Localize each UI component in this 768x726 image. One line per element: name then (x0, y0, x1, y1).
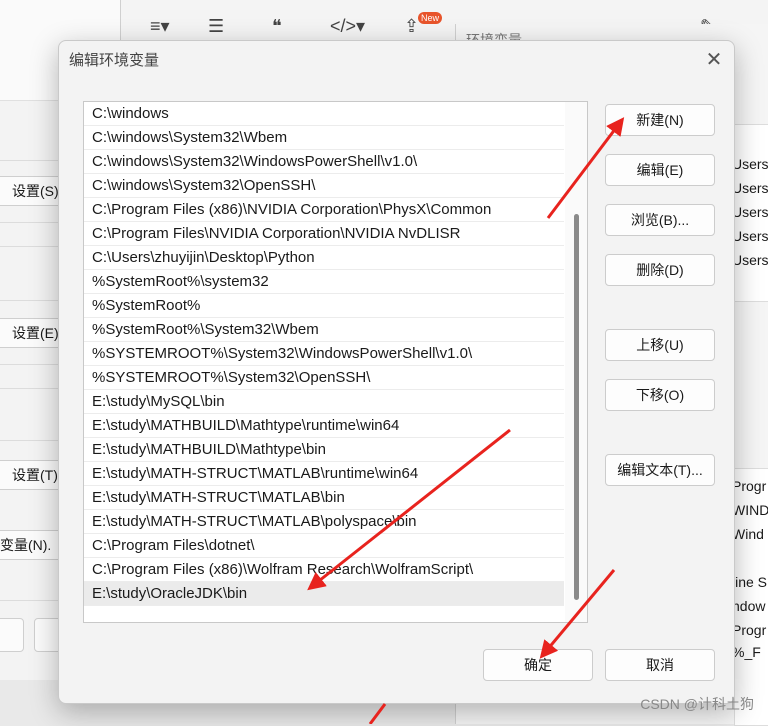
edit-env-var-dialog: 编辑环境变量 ✕ C:\windows C:\windows\System32\W… (58, 40, 735, 704)
path-row[interactable]: C:\windows (84, 102, 564, 126)
path-list[interactable]: C:\windows C:\windows\System32\Wbem C:\win… (83, 101, 588, 623)
path-row[interactable]: %SystemRoot% (84, 294, 564, 318)
watermark: CSDN @计科土狗 (640, 696, 754, 712)
path-row[interactable]: E:\study\MATH-STRUCT\MATLAB\bin (84, 486, 564, 510)
move-down-button[interactable]: 下移(O) (605, 379, 715, 411)
user-var-item[interactable]: Users (732, 252, 768, 268)
scrollbar[interactable] (565, 102, 587, 622)
path-row[interactable]: E:\study\OracleJDK\bin (84, 582, 564, 606)
upload-icon[interactable]: ⇪ New (404, 12, 443, 38)
system-var-item[interactable]: Wind (732, 526, 764, 542)
path-row[interactable]: C:\Program Files\dotnet\ (84, 534, 564, 558)
path-row[interactable]: E:\study\MATHBUILD\Mathtype\runtime\win6… (84, 414, 564, 438)
new-button[interactable]: 新建(N) (605, 104, 715, 136)
system-var-item[interactable]: ndow (732, 598, 765, 614)
path-row[interactable]: %SYSTEMROOT%\System32\OpenSSH\ (84, 366, 564, 390)
path-row[interactable]: E:\study\MySQL\bin (84, 390, 564, 414)
scrollbar-thumb[interactable] (574, 214, 579, 600)
path-row[interactable]: C:\Program Files\NVIDIA Corporation\NVID… (84, 222, 564, 246)
path-row[interactable]: %SystemRoot%\System32\Wbem (84, 318, 564, 342)
browse-button[interactable]: 浏览(B)... (605, 204, 715, 236)
path-row[interactable]: C:\Program Files (x86)\NVIDIA Corporatio… (84, 198, 564, 222)
path-row[interactable]: C:\Program Files (x86)\Wolfram Research\… (84, 558, 564, 582)
dialog-title: 编辑环境变量 (69, 52, 160, 69)
system-var-item[interactable]: %_F (732, 644, 761, 660)
code-icon[interactable]: </>▾ (330, 14, 365, 38)
user-var-item[interactable]: Users (732, 204, 768, 220)
cancel-button[interactable]: 取消 (605, 649, 715, 681)
quote-icon[interactable]: ❝ (272, 14, 282, 38)
delete-button[interactable]: 删除(D) (605, 254, 715, 286)
path-row[interactable]: %SystemRoot%\system32 (84, 270, 564, 294)
path-row[interactable]: C:\windows\System32\WindowsPowerShell\v1… (84, 150, 564, 174)
path-row[interactable]: E:\study\MATHBUILD\Mathtype\bin (84, 438, 564, 462)
user-var-item[interactable]: Users (732, 228, 768, 244)
system-var-item[interactable]: WIND (732, 502, 768, 518)
system-var-item[interactable]: Progr (732, 622, 766, 638)
arrow-fragment (368, 703, 387, 724)
new-badge: New (418, 12, 443, 24)
edit-button[interactable]: 编辑(E) (605, 154, 715, 186)
path-row[interactable]: %SYSTEMROOT%\System32\WindowsPowerShell\… (84, 342, 564, 366)
ok-button[interactable]: 确定 (483, 649, 593, 681)
close-icon: ✕ (705, 48, 723, 71)
path-row[interactable]: C:\windows\System32\Wbem (84, 126, 564, 150)
user-var-item[interactable]: Users (732, 180, 768, 196)
path-row[interactable]: E:\study\MATH-STRUCT\MATLAB\runtime\win6… (84, 462, 564, 486)
path-row[interactable]: C:\windows\System32\OpenSSH\ (84, 174, 564, 198)
path-row[interactable]: C:\Users\zhuyijin\Desktop\Python (84, 246, 564, 270)
close-button[interactable]: ✕ (700, 47, 728, 71)
move-up-button[interactable]: 上移(U) (605, 329, 715, 361)
system-var-item[interactable]: Progr (732, 478, 766, 494)
edit-text-button[interactable]: 编辑文本(T)... (605, 454, 715, 486)
align-icon[interactable]: ☰ (208, 14, 224, 38)
system-var-item[interactable]: line S (732, 574, 767, 590)
left-ok-button[interactable] (0, 618, 24, 652)
user-var-item[interactable]: Users (732, 156, 768, 172)
list-icon[interactable]: ≡▾ (150, 14, 170, 38)
path-row[interactable]: E:\study\MATH-STRUCT\MATLAB\polyspace\bi… (84, 510, 564, 534)
